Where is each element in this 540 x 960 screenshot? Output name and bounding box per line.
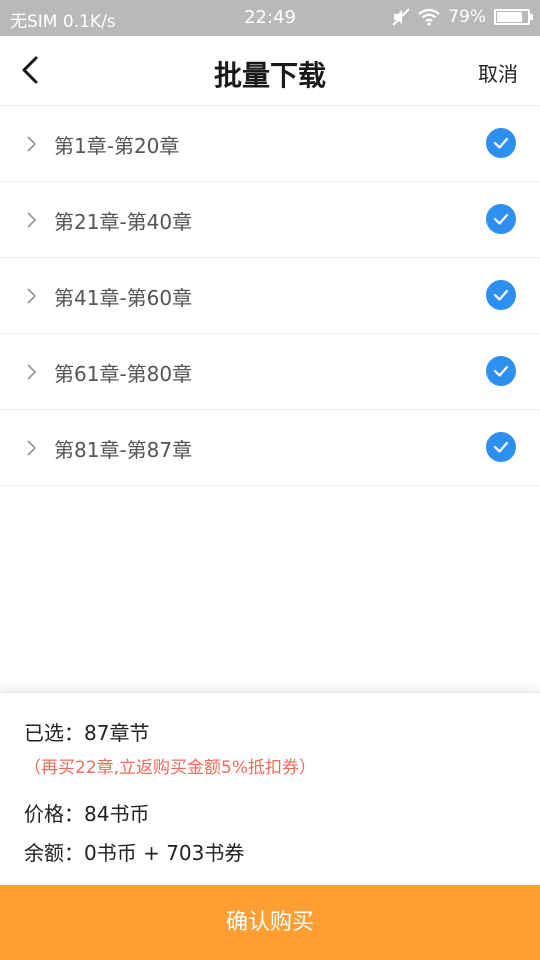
chapter-range-label: 第41章-第60章 [54, 286, 193, 310]
chapter-range-item[interactable]: 第41章-第60章 [0, 258, 540, 334]
status-right: 79% [392, 7, 533, 27]
chevron-right-icon[interactable] [24, 438, 40, 458]
chevron-right-icon[interactable] [24, 286, 40, 306]
chapter-range-item[interactable]: 第61章-第80章 [0, 334, 540, 410]
purchase-summary: 已选：87章节 （再买22章,立返购买金额5%抵扣券） 价格：84书币 余额：0… [0, 692, 540, 885]
chapter-range-label: 第1章-第20章 [54, 134, 180, 158]
checkbox-checked-icon[interactable] [486, 204, 516, 234]
checkbox-checked-icon[interactable] [486, 356, 516, 386]
confirm-purchase-button[interactable]: 确认购买 [0, 885, 540, 960]
wifi-icon [418, 8, 440, 26]
chapter-range-item[interactable]: 第21章-第40章 [0, 182, 540, 258]
page-title: 批量下载 [213, 59, 326, 92]
mute-icon [392, 8, 410, 26]
chapter-range-label: 第81章-第87章 [54, 438, 193, 462]
checkbox-checked-icon[interactable] [486, 280, 516, 310]
chapter-range-label: 第21章-第40章 [54, 210, 193, 234]
chevron-right-icon[interactable] [24, 210, 40, 230]
chapter-range-item[interactable]: 第81章-第87章 [0, 410, 540, 486]
checkbox-checked-icon[interactable] [486, 432, 516, 462]
price-text: 价格：84书币 [24, 802, 150, 826]
chapter-range-item[interactable]: 第1章-第20章 [0, 106, 540, 182]
battery-icon [494, 9, 533, 25]
status-bar: 无SIM 0.1K/s 22:49 79% [0, 0, 540, 36]
chapter-list: 第1章-第20章 第21章-第40章 第41章-第60章 第61章-第80章 第… [0, 106, 540, 486]
balance-text: 余额：0书币 + 703书券 [24, 841, 245, 865]
chevron-right-icon[interactable] [24, 362, 40, 382]
header: 批量下载 取消 [0, 36, 540, 106]
cancel-button[interactable]: 取消 [478, 58, 518, 87]
promo-text: （再买22章,立返购买金额5%抵扣券） [24, 758, 317, 778]
chapter-range-label: 第61章-第80章 [54, 362, 193, 386]
checkbox-checked-icon[interactable] [486, 128, 516, 158]
chevron-right-icon[interactable] [24, 134, 40, 154]
selected-count: 已选：87章节 [24, 721, 150, 745]
battery-percent: 79% [448, 7, 486, 27]
